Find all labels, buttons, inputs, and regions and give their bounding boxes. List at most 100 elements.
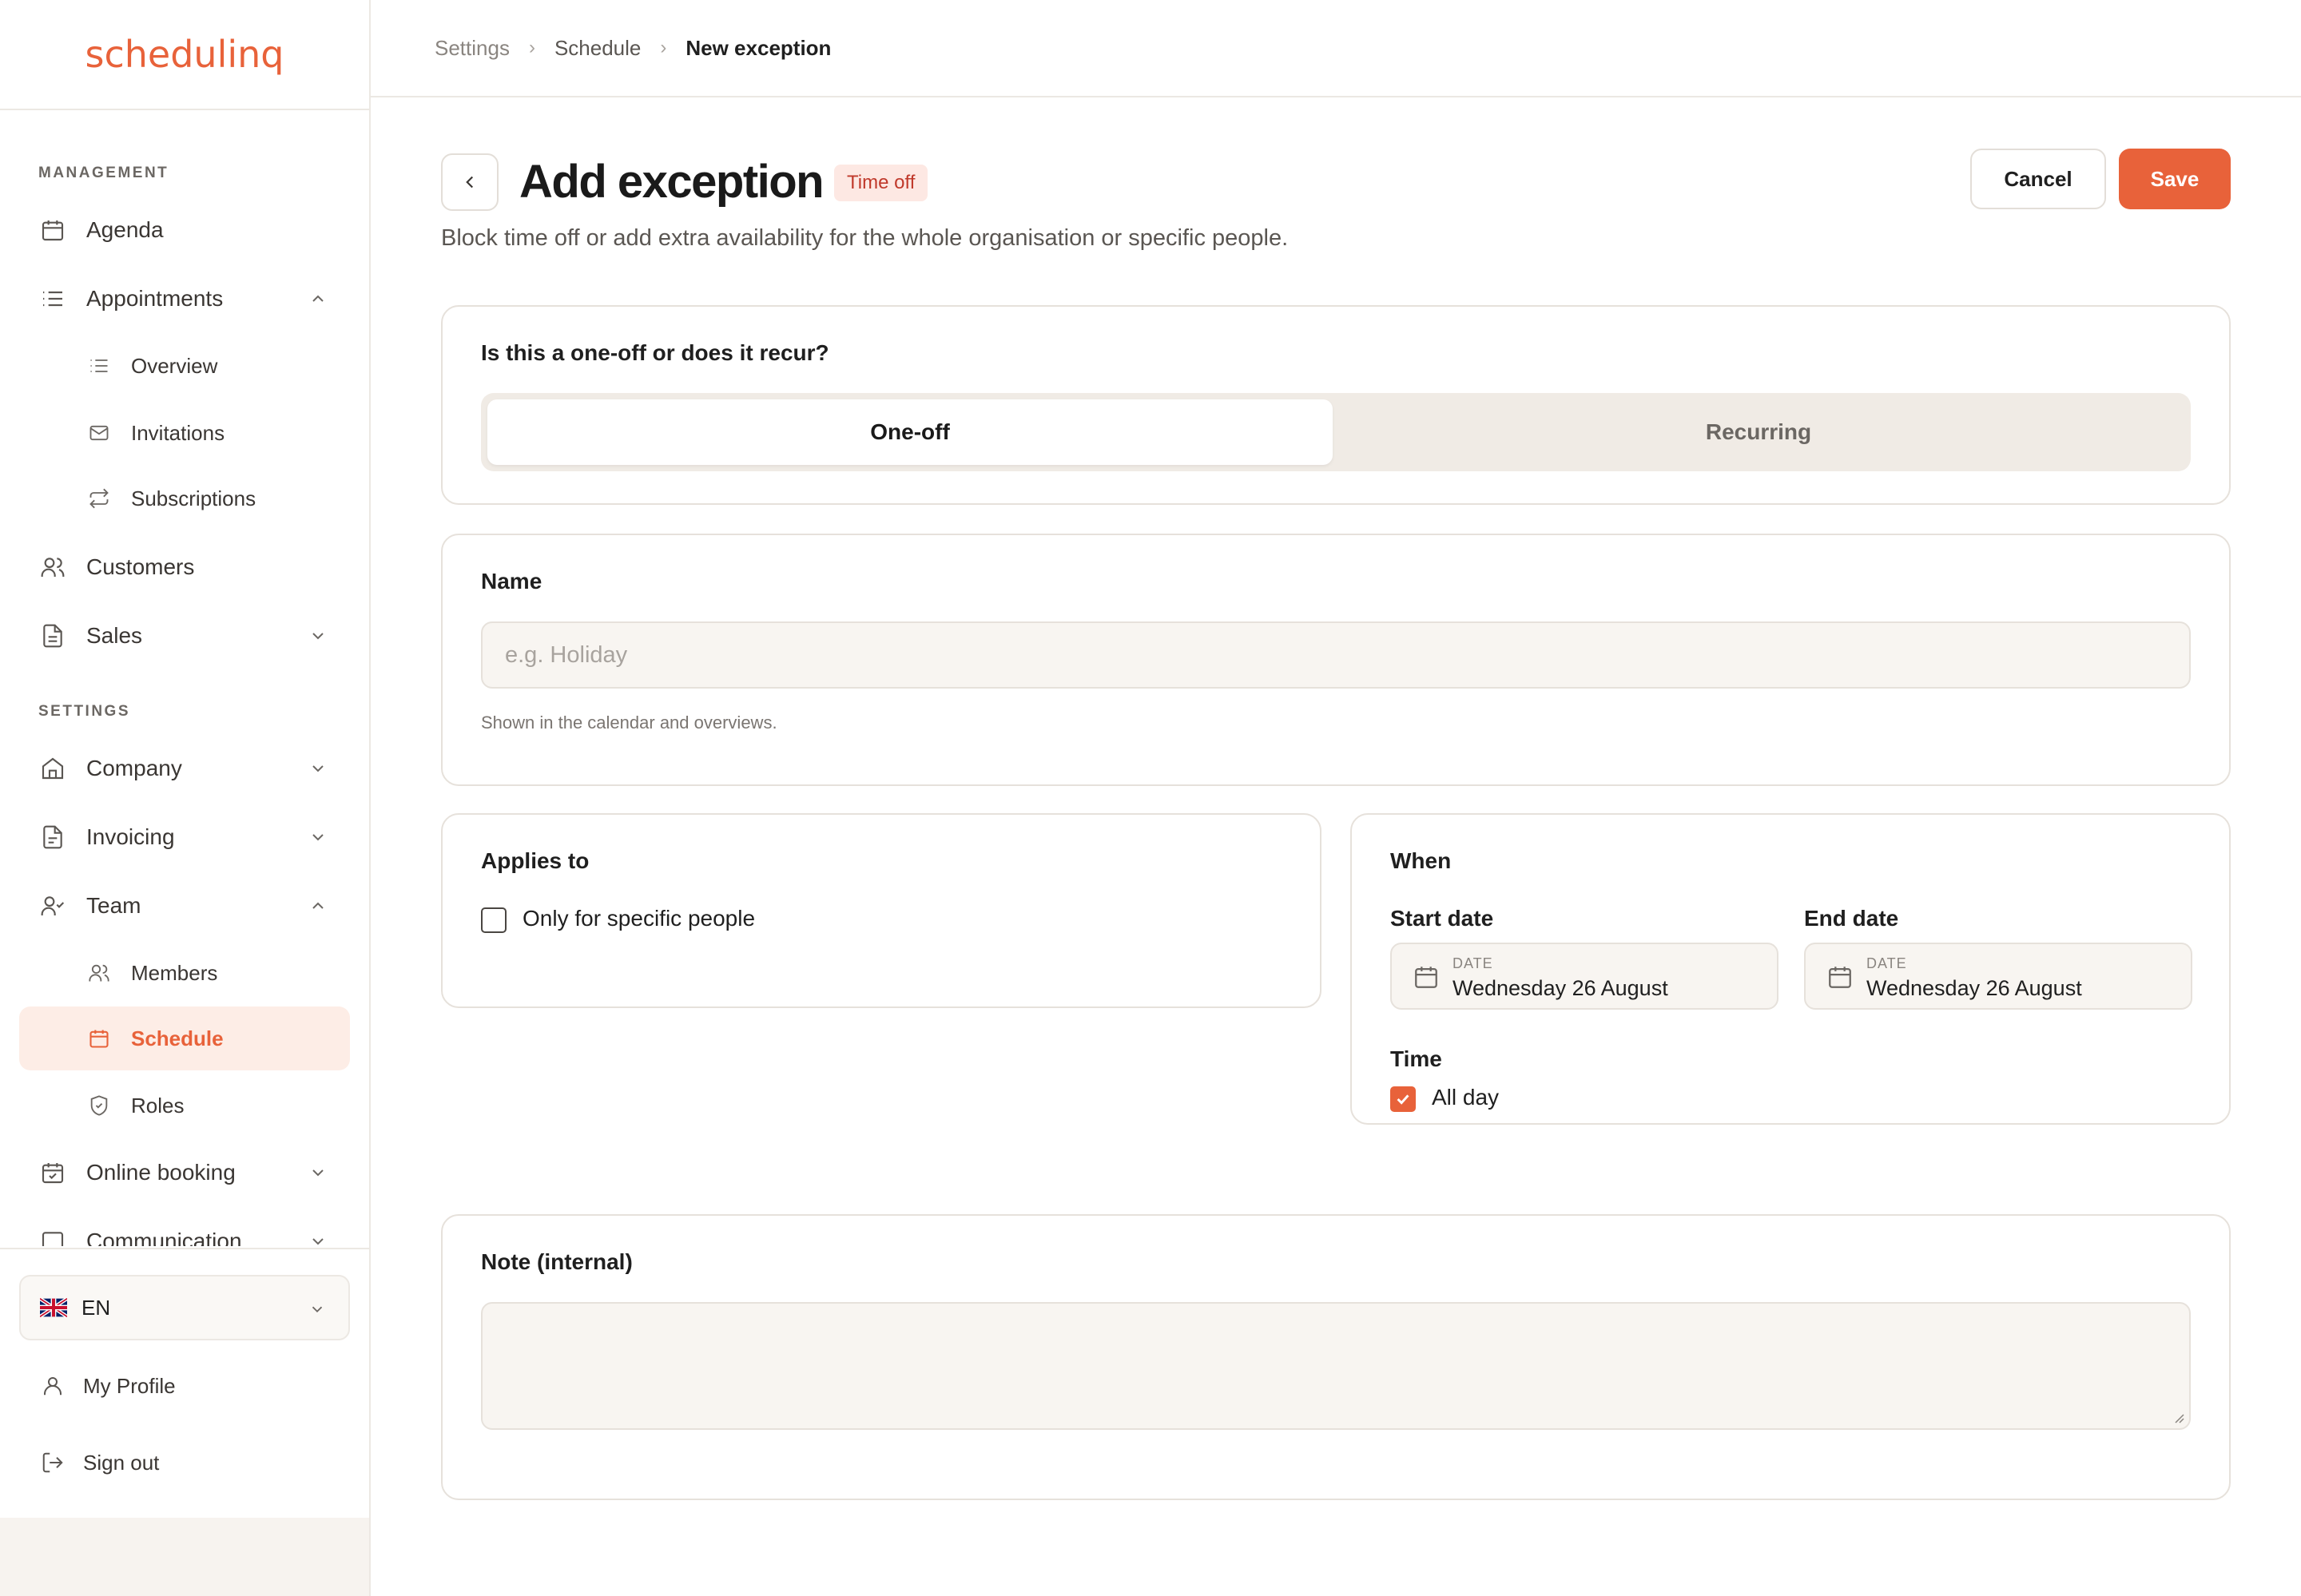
recurring-option[interactable]: Recurring — [1336, 399, 2181, 465]
specific-people-checkbox[interactable] — [481, 907, 507, 933]
when-card: When Start date DATE Wednesday 26 August… — [1350, 813, 2231, 1125]
one-off-option[interactable]: One-off — [487, 399, 1333, 465]
breadcrumb-settings[interactable]: Settings — [435, 36, 510, 61]
calendar-icon — [86, 1026, 112, 1051]
breadcrumb-schedule[interactable]: Schedule — [554, 36, 641, 61]
applies-to-title: Applies to — [481, 848, 590, 873]
resize-handle-icon[interactable] — [2172, 1411, 2184, 1423]
status-badge: Time off — [834, 165, 928, 201]
sidebar: schedulinq MANAGEMENT Agenda Appointment… — [0, 0, 371, 1596]
message-icon — [38, 1227, 67, 1246]
chevron-down-icon — [312, 633, 324, 640]
sidebar-item-label: Agenda — [86, 217, 164, 242]
end-date-label: End date — [1804, 906, 1899, 931]
start-date-input[interactable]: DATE Wednesday 26 August — [1390, 943, 1778, 1010]
shield-icon — [86, 1093, 112, 1118]
sidebar-item-sales[interactable]: Sales — [19, 604, 350, 668]
main-content: Add exception Time off Block time off or… — [371, 97, 2301, 1596]
page-subtitle: Block time off or add extra availability… — [441, 225, 1289, 251]
chevron-right-icon: › — [660, 37, 667, 58]
chevron-up-icon — [312, 295, 324, 302]
sidebar-item-members[interactable]: Members — [64, 941, 350, 1005]
back-button[interactable] — [441, 153, 499, 211]
end-date-caption: DATE — [1866, 955, 1907, 971]
repeat-icon — [86, 486, 112, 511]
sidebar-item-label: Communication — [86, 1229, 242, 1246]
when-title: When — [1390, 848, 1452, 873]
recurrence-question: Is this a one-off or does it recur? — [481, 340, 829, 365]
all-day-checkbox[interactable] — [1390, 1086, 1416, 1112]
sidebar-item-subscriptions[interactable]: Subscriptions — [64, 466, 350, 530]
sidebar-item-label: Customers — [86, 554, 195, 579]
sidebar-item-appointments[interactable]: Appointments — [19, 267, 350, 331]
recurrence-toggle: One-off Recurring — [481, 393, 2191, 471]
calendar-icon — [38, 216, 67, 244]
chevron-down-icon — [312, 1169, 324, 1177]
save-button[interactable]: Save — [2119, 149, 2231, 209]
name-card: Name e.g. Holiday Shown in the calendar … — [441, 534, 2231, 786]
list-icon — [86, 353, 112, 379]
breadcrumb-current: New exception — [686, 35, 832, 60]
sidebar-item-label: Subscriptions — [131, 486, 256, 510]
chevron-down-icon — [312, 834, 324, 841]
sidebar-item-overview[interactable]: Overview — [64, 334, 350, 398]
sign-out-link[interactable]: Sign out — [19, 1435, 350, 1491]
sidebar-item-label: Team — [86, 893, 141, 918]
users-icon — [38, 553, 67, 582]
chevron-down-icon — [312, 765, 324, 772]
note-textarea[interactable] — [481, 1302, 2191, 1430]
sidebar-item-invoicing[interactable]: Invoicing — [19, 805, 350, 869]
recurrence-card: Is this a one-off or does it recur? One-… — [441, 305, 2231, 505]
sidebar-item-label: Sales — [86, 623, 143, 648]
home-icon — [38, 754, 67, 783]
section-label-settings: SETTINGS — [38, 703, 131, 720]
sidebar-item-roles[interactable]: Roles — [64, 1074, 350, 1137]
calendar-icon — [1415, 967, 1437, 988]
name-label: Name — [481, 569, 542, 594]
sidebar-item-agenda[interactable]: Agenda — [19, 198, 350, 262]
sidebar-item-customers[interactable]: Customers — [19, 535, 350, 599]
users-icon — [86, 960, 112, 986]
my-profile-label: My Profile — [83, 1373, 176, 1398]
cancel-button[interactable]: Cancel — [1970, 149, 2106, 209]
sidebar-footer — [0, 1518, 369, 1596]
end-date-input[interactable]: DATE Wednesday 26 August — [1804, 943, 2192, 1010]
sidebar-item-invitations[interactable]: Invitations — [64, 401, 350, 465]
user-icon — [38, 1372, 67, 1400]
sidebar-item-label: Members — [131, 960, 218, 985]
sidebar-item-label: Online booking — [86, 1160, 236, 1185]
chevron-right-icon: › — [528, 37, 535, 58]
name-input[interactable]: e.g. Holiday — [481, 621, 2191, 689]
specific-people-label[interactable]: Only for specific people — [523, 906, 755, 931]
sidebar-item-company[interactable]: Company — [19, 736, 350, 800]
calendar-check-icon — [38, 1158, 67, 1187]
sidebar-item-label: Company — [86, 756, 182, 780]
my-profile-link[interactable]: My Profile — [19, 1358, 350, 1414]
uk-flag-icon — [38, 1296, 69, 1319]
section-label-management: MANAGEMENT — [38, 165, 169, 181]
sidebar-item-team[interactable]: Team — [19, 874, 350, 938]
sidebar-item-communication[interactable]: Communication — [19, 1209, 350, 1246]
brand-logo[interactable]: schedulinq — [85, 33, 284, 76]
chevron-up-icon — [312, 902, 324, 909]
start-date-value: Wednesday 26 August — [1453, 976, 1668, 1000]
sidebar-item-label: Invoicing — [86, 824, 175, 849]
sign-out-label: Sign out — [83, 1450, 160, 1475]
sidebar-item-label: Roles — [131, 1093, 185, 1118]
calendar-icon — [1829, 967, 1851, 988]
language-selector[interactable]: EN — [19, 1275, 350, 1340]
note-label: Note (internal) — [481, 1249, 633, 1274]
sidebar-divider — [0, 1248, 369, 1249]
check-icon — [1397, 1094, 1409, 1105]
sidebar-nav: MANAGEMENT Agenda Appointments Overview — [0, 112, 369, 1246]
sidebar-item-online-booking[interactable]: Online booking — [19, 1141, 350, 1205]
start-date-caption: DATE — [1453, 955, 1493, 971]
sidebar-item-label: Overview — [131, 353, 218, 378]
sidebar-item-label: Appointments — [86, 286, 224, 311]
all-day-label[interactable]: All day — [1432, 1085, 1499, 1110]
applies-to-card: Applies to Only for specific people — [441, 813, 1321, 1008]
user-check-icon — [38, 891, 67, 920]
sidebar-item-schedule[interactable]: Schedule — [19, 1006, 350, 1070]
chevron-down-icon — [312, 1306, 323, 1313]
breadcrumb: Settings › Schedule › New exception — [371, 0, 2301, 97]
